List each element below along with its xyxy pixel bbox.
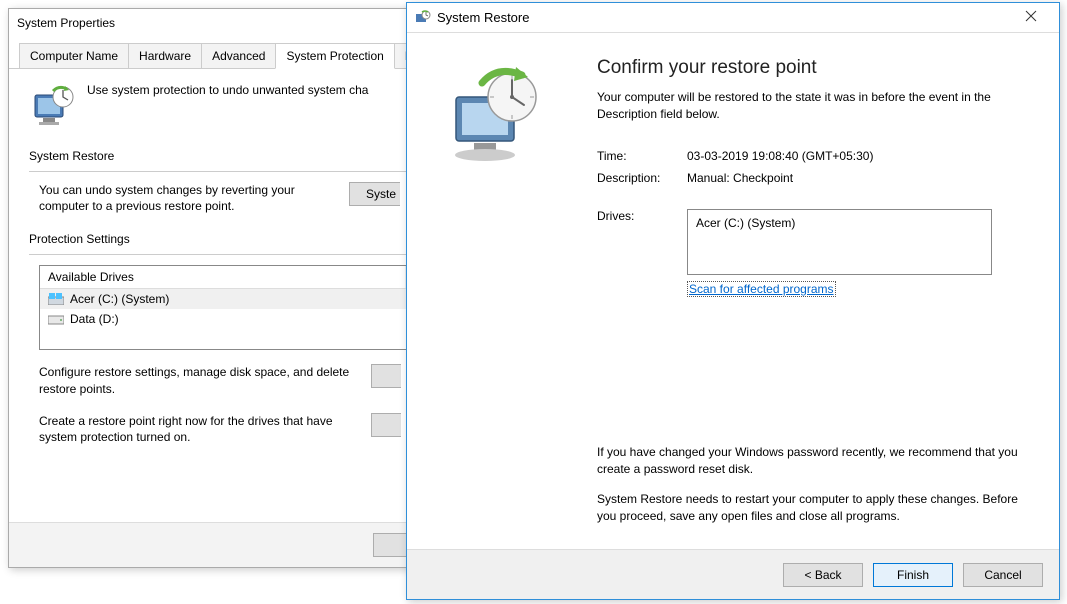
restart-note: System Restore needs to restart your com…: [597, 491, 1027, 525]
close-button[interactable]: [1011, 4, 1051, 32]
system-restore-wizard: System Restore: [406, 2, 1060, 600]
tab-computer-name[interactable]: Computer Name: [19, 43, 129, 68]
back-button[interactable]: < Back: [783, 563, 863, 587]
system-restore-large-icon: [442, 63, 552, 173]
cancel-button[interactable]: Cancel: [963, 563, 1043, 587]
col-available-drives[interactable]: Available Drives: [40, 266, 406, 288]
drive-icon: [48, 313, 64, 325]
system-restore-small-icon: [415, 10, 431, 26]
create-text: Create a restore point right now for the…: [39, 413, 359, 445]
window-title: System Properties: [17, 16, 115, 30]
tab-hardware[interactable]: Hardware: [128, 43, 202, 68]
windows-drive-icon: [48, 293, 64, 305]
drives-listbox[interactable]: Acer (C:) (System): [687, 209, 992, 275]
tab-system-protection[interactable]: System Protection: [275, 43, 394, 69]
system-restore-icon: [29, 83, 77, 131]
create-button[interactable]: [371, 413, 401, 437]
wizard-main: Confirm your restore point Your computer…: [587, 33, 1059, 549]
configure-button[interactable]: [371, 364, 401, 388]
wizard-footer: < Back Finish Cancel: [407, 549, 1059, 599]
drive-name: Acer (C:) (System): [70, 292, 169, 306]
restore-text: You can undo system changes by reverting…: [39, 182, 339, 214]
description-label: Description:: [597, 171, 687, 185]
tab-advanced[interactable]: Advanced: [201, 43, 276, 68]
password-note: If you have changed your Windows passwor…: [597, 444, 1027, 478]
configure-text: Configure restore settings, manage disk …: [39, 364, 359, 396]
intro-text: Use system protection to undo unwanted s…: [87, 83, 368, 97]
scan-affected-programs-link[interactable]: Scan for affected programs: [687, 281, 836, 297]
system-restore-button[interactable]: Syste: [349, 182, 400, 206]
drives-label: Drives:: [597, 209, 687, 223]
drive-name: Data (D:): [70, 312, 119, 326]
time-label: Time:: [597, 149, 687, 163]
drives-value: Acer (C:) (System): [696, 216, 795, 230]
wizard-description: Your computer will be restored to the st…: [597, 89, 1017, 123]
time-value: 03-03-2019 19:08:40 (GMT+05:30): [687, 149, 1029, 163]
description-value: Manual: Checkpoint: [687, 171, 1029, 185]
wizard-titlebar[interactable]: System Restore: [407, 3, 1059, 33]
close-icon: [1025, 10, 1037, 25]
wizard-title: System Restore: [437, 10, 529, 25]
wizard-heading: Confirm your restore point: [597, 57, 1029, 79]
wizard-sidebar: [407, 33, 587, 549]
finish-button[interactable]: Finish: [873, 563, 953, 587]
